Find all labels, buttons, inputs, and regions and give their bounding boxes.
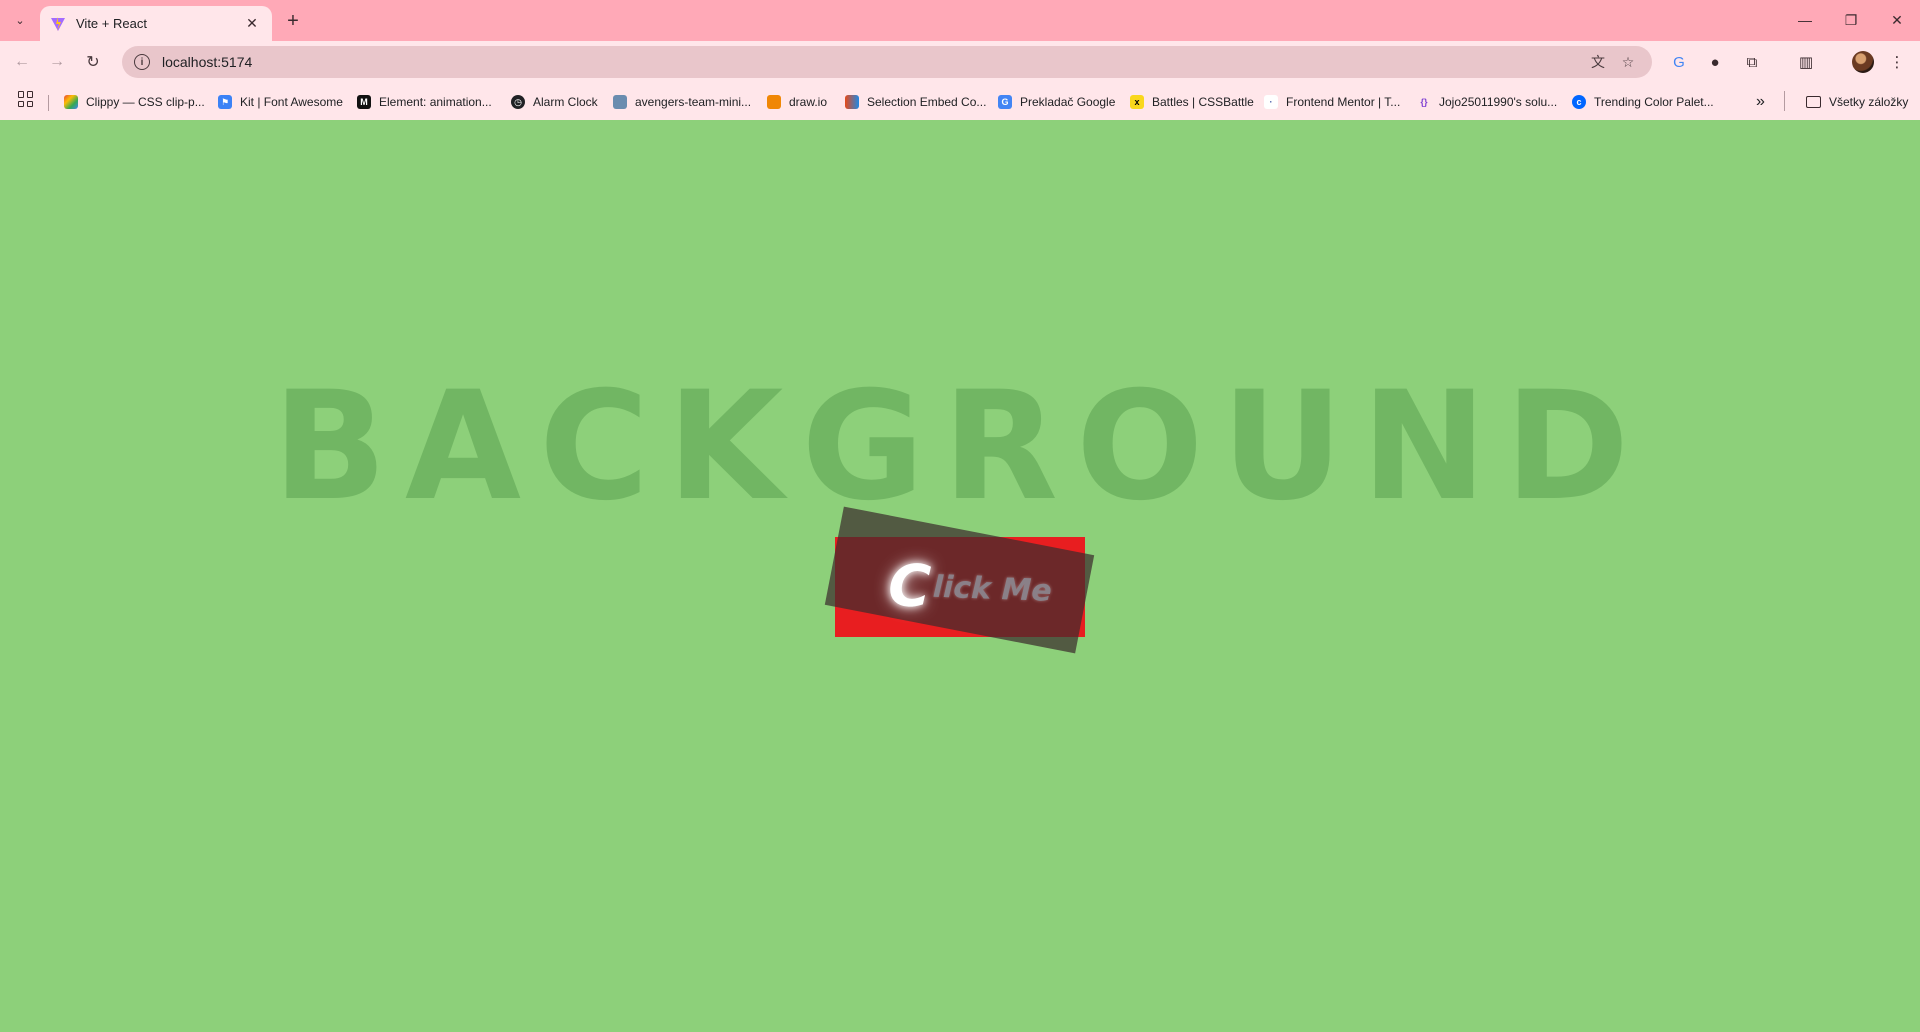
bookmark-item[interactable]: · Frontend Mentor | T... [1264,91,1400,113]
click-me-label[interactable]: Click Me [868,535,1071,642]
bookmark-star-icon[interactable]: ☆ [1618,52,1638,72]
apps-icon[interactable] [18,91,34,107]
bookmark-item[interactable]: x Battles | CSSBattle [1130,91,1254,113]
reload-icon[interactable]: ↻ [80,49,106,75]
minimize-icon[interactable]: — [1782,0,1828,40]
bookmark-item[interactable]: G Prekladač Google [998,91,1115,113]
mdn-icon: M [357,95,371,109]
bookmark-item[interactable]: ⚑ Kit | Font Awesome [218,91,343,113]
vite-icon [51,16,65,31]
extensions-icon[interactable]: ⧉ [1741,51,1763,73]
bookmark-item[interactable]: M Element: animation... [357,91,492,113]
bookmark-label: Alarm Clock [533,95,598,109]
folder-icon [1806,96,1821,108]
bookmark-label: draw.io [789,95,828,109]
selection-embed-icon [845,95,859,109]
bookmark-label: Frontend Mentor | T... [1286,95,1401,109]
password-manager-extension-icon[interactable]: ● [1704,51,1726,73]
bookmark-label: Kit | Font Awesome [240,95,343,109]
frontend-mentor-icon: · [1264,95,1278,109]
restore-icon[interactable]: ❐ [1828,0,1874,40]
bookmark-item[interactable]: {} Jojo25011990's solu... [1417,91,1557,113]
site-info-icon[interactable]: i [134,54,150,70]
bookmark-label: Jojo25011990's solu... [1439,95,1558,109]
forward-icon[interactable]: → [44,49,70,75]
click-me-first-letter: C [887,551,933,621]
click-me-rest: lick Me [932,569,1053,609]
bookmark-label: Trending Color Palet... [1594,95,1714,109]
avengers-icon [613,95,627,109]
back-icon[interactable]: ← [9,49,35,75]
reading-list-icon[interactable]: ▥ [1795,51,1817,73]
menu-icon[interactable]: ⋮ [1886,51,1908,73]
bookmarks-bar: Clippy — CSS clip-p... ⚑ Kit | Font Aweso… [0,83,1920,120]
close-window-icon[interactable]: ✕ [1874,0,1920,40]
tab-strip: ⌄ Vite + React ✕ + — ❐ ✕ [0,0,1920,41]
more-bookmarks-button[interactable]: » [1756,91,1765,113]
page-content: BACKGROUND Click Me [0,120,1920,1032]
bookmark-item[interactable]: draw.io [767,91,827,113]
bookmarks-divider [1784,91,1785,111]
bookmark-label: Battles | CSSBattle [1152,95,1254,109]
bookmark-item[interactable]: Clippy — CSS clip-p... [64,91,205,113]
profile-avatar[interactable] [1852,51,1874,73]
coolors-icon: c [1572,95,1586,109]
tab-search-icon[interactable]: ⌄ [8,8,32,32]
bookmark-label: Prekladač Google [1020,95,1116,109]
background-heading: BACKGROUND [272,360,1648,534]
bookmark-label: Selection Embed Co... [867,95,987,109]
bookmark-label: avengers-team-mini... [635,95,752,109]
bookmark-item[interactable]: ◷ Alarm Clock [511,91,598,113]
google-translate-extension-icon[interactable]: G [1668,51,1690,73]
all-bookmarks-button[interactable]: Všetky záložky [1806,91,1908,113]
bookmark-item[interactable]: Selection Embed Co... [845,91,986,113]
translate-icon[interactable]: 文 [1588,52,1608,72]
solution-icon: {} [1420,97,1428,107]
new-tab-icon[interactable]: + [280,8,306,34]
bookmark-item[interactable]: c Trending Color Palet... [1572,91,1714,113]
google-translate-icon: G [998,95,1012,109]
bookmarks-divider [48,95,49,111]
bookmark-item[interactable]: avengers-team-mini... [613,91,751,113]
bookmark-label: Element: animation... [379,95,492,109]
font-awesome-flag-icon: ⚑ [218,95,232,109]
close-tab-icon[interactable]: ✕ [242,14,262,34]
browser-chrome: ⌄ Vite + React ✕ + — ❐ ✕ ← → ↻ i localho… [0,0,1920,120]
active-tab[interactable]: Vite + React ✕ [40,6,272,41]
alarm-clock-icon: ◷ [511,95,525,109]
address-bar[interactable]: i localhost:5174 文 ☆ [122,46,1652,78]
drawio-icon [767,95,781,109]
toolbar: ← → ↻ i localhost:5174 文 ☆ G ● ⧉ ▥ ⋮ [0,41,1920,83]
tab-title: Vite + React [76,16,147,31]
clippy-icon [64,95,78,109]
all-bookmarks-label: Všetky záložky [1829,95,1909,109]
bookmark-label: Clippy — CSS clip-p... [86,95,205,109]
address-url: localhost:5174 [162,54,253,70]
cssbattle-icon: x [1130,95,1144,109]
